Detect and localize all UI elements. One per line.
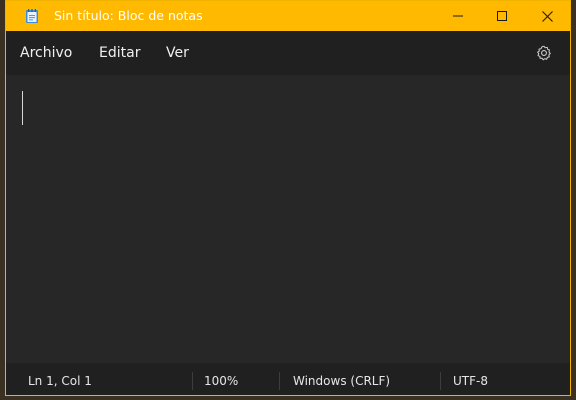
- minimize-icon: [453, 15, 463, 17]
- minimize-button[interactable]: [436, 1, 480, 31]
- status-line-endings: Windows (CRLF): [293, 374, 391, 388]
- menu-ver[interactable]: Ver: [166, 43, 189, 63]
- close-icon: [541, 10, 553, 22]
- status-divider: [279, 372, 280, 390]
- menu-archivo[interactable]: Archivo: [20, 43, 72, 63]
- maximize-icon: [497, 11, 507, 21]
- status-encoding: UTF-8: [453, 374, 488, 388]
- status-divider: [192, 372, 193, 390]
- text-caret: [22, 91, 23, 125]
- status-cursor-position: Ln 1, Col 1: [28, 374, 92, 388]
- close-button[interactable]: [525, 1, 569, 31]
- title-bar[interactable]: Sin título: Bloc de notas: [6, 1, 570, 31]
- text-editor[interactable]: [6, 75, 570, 363]
- maximize-button[interactable]: [480, 1, 524, 31]
- gear-icon[interactable]: [536, 45, 552, 61]
- menu-bar: Archivo Editar Ver: [6, 31, 570, 75]
- status-bar: Ln 1, Col 1 100% Windows (CRLF) UTF-8: [6, 363, 570, 395]
- menu-editar[interactable]: Editar: [99, 43, 140, 63]
- status-divider: [440, 372, 441, 390]
- notepad-window: Sin título: Bloc de notas Archivo Editar…: [5, 0, 571, 396]
- window-title: Sin título: Bloc de notas: [54, 8, 203, 23]
- notepad-icon: [26, 9, 38, 23]
- status-zoom: 100%: [204, 374, 239, 388]
